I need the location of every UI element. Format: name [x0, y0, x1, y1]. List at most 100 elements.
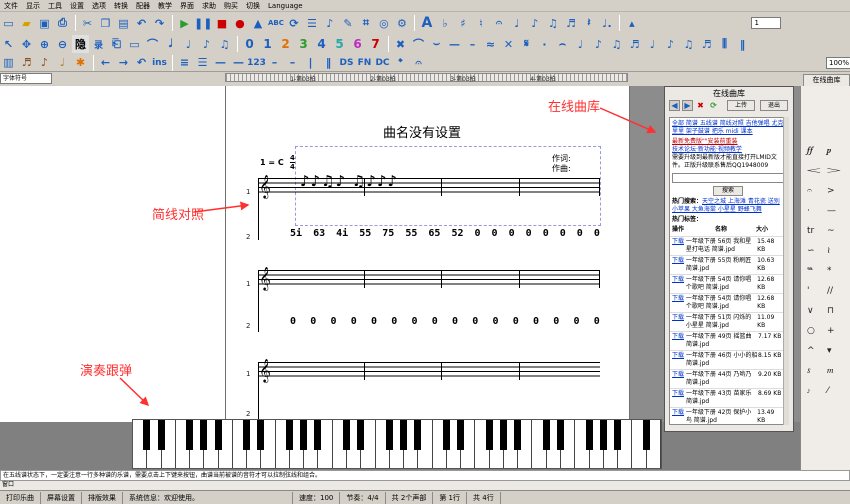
- online-scrollbar[interactable]: [783, 117, 789, 425]
- menu-switch[interactable]: 切换: [242, 0, 264, 12]
- dc-button[interactable]: DC: [374, 54, 391, 71]
- black-key[interactable]: [385, 420, 393, 450]
- download-link[interactable]: 下载: [672, 409, 686, 424]
- arrow-right-icon[interactable]: →: [115, 54, 132, 71]
- note-quarter-icon[interactable]: ♩: [180, 35, 197, 53]
- num-5-button[interactable]: 5: [331, 35, 348, 53]
- dot-icon[interactable]: ·: [536, 35, 553, 53]
- black-key[interactable]: [300, 420, 308, 450]
- black-key[interactable]: [642, 420, 650, 450]
- black-key[interactable]: [400, 420, 408, 450]
- black-key[interactable]: [285, 420, 293, 450]
- insert-icon[interactable]: ⎗: [108, 35, 125, 53]
- menu-interface[interactable]: 界面: [176, 0, 198, 12]
- download-link[interactable]: 下载: [672, 333, 686, 349]
- paste-icon[interactable]: ▤: [115, 14, 132, 32]
- line-icon[interactable]: —: [446, 35, 463, 53]
- notes-row-1[interactable]: ♪♪♫♪ ♫♪♪♪: [300, 172, 398, 190]
- star-icon[interactable]: ✱: [72, 54, 89, 71]
- mixer-icon[interactable]: ☰: [303, 14, 320, 32]
- black-key[interactable]: [143, 420, 151, 450]
- black-key[interactable]: [585, 420, 593, 450]
- fullwidth-icon[interactable]: 隐: [72, 35, 89, 53]
- text-a-icon[interactable]: A: [418, 14, 435, 32]
- trill-icon[interactable]: ≈: [482, 35, 499, 53]
- black-key[interactable]: [442, 420, 450, 450]
- marcato-icon[interactable]: ^: [807, 346, 815, 356]
- score-title[interactable]: 曲名没有设置: [383, 122, 461, 141]
- bullet-link-2[interactable]: 技术论坛·新功能·视频教学: [670, 146, 786, 154]
- piano-icon[interactable]: ▥: [0, 54, 17, 71]
- black-key[interactable]: [214, 420, 222, 450]
- glissando-icon[interactable]: ⁄: [827, 386, 829, 396]
- black-key[interactable]: [200, 420, 208, 450]
- white-key[interactable]: [532, 420, 550, 468]
- search-input[interactable]: [672, 173, 784, 183]
- menu-language[interactable]: Language: [264, 0, 307, 12]
- natural-icon[interactable]: ♮: [472, 14, 489, 32]
- black-key[interactable]: [485, 420, 493, 450]
- spellcheck-icon[interactable]: ABC: [267, 14, 284, 32]
- pause-icon[interactable]: ❚❚: [194, 14, 212, 32]
- note-d-icon[interactable]: ♬: [626, 35, 643, 53]
- num-6-button[interactable]: 6: [349, 35, 366, 53]
- black-key[interactable]: [556, 420, 564, 450]
- arrow-left-icon[interactable]: ←: [97, 54, 114, 71]
- black-key[interactable]: [457, 420, 465, 450]
- note-c-icon[interactable]: ♫: [608, 35, 625, 53]
- black-key[interactable]: [357, 420, 365, 450]
- zoom-select[interactable]: 100%: [826, 56, 850, 69]
- black-key[interactable]: [414, 420, 422, 450]
- numbered-button[interactable]: 123: [247, 54, 266, 71]
- ornament-icon[interactable]: 𝄐: [490, 14, 507, 32]
- cut-icon[interactable]: ✂: [79, 14, 96, 32]
- fn-button[interactable]: FN: [356, 54, 373, 71]
- layout-effect-button[interactable]: 排版效果: [82, 491, 123, 504]
- coda-icon[interactable]: 𝄌: [392, 54, 409, 71]
- dash3-icon[interactable]: –: [266, 54, 283, 71]
- edit-icon[interactable]: ✎: [339, 14, 356, 32]
- note-h-icon[interactable]: ♬: [698, 35, 715, 53]
- copy-icon[interactable]: ❐: [97, 14, 114, 32]
- black-key[interactable]: [314, 420, 322, 450]
- download-link[interactable]: 下载: [672, 257, 686, 273]
- dynamic-ff-icon[interactable]: 𝆑𝆑: [807, 146, 813, 156]
- white-key[interactable]: [332, 420, 350, 468]
- record-icon[interactable]: ●: [231, 14, 248, 32]
- repeat-icon[interactable]: ⫼: [716, 35, 733, 53]
- num-2-button[interactable]: 2: [277, 35, 294, 53]
- dotted-note-icon[interactable]: ♩.: [598, 14, 615, 32]
- down-bow-icon[interactable]: ⊓: [827, 306, 834, 316]
- tie-icon[interactable]: ⌒: [144, 35, 161, 53]
- eighth-note-icon[interactable]: ♪: [526, 14, 543, 32]
- black-key[interactable]: [599, 420, 607, 450]
- white-key[interactable]: [133, 420, 151, 468]
- download-link[interactable]: 下载: [672, 314, 686, 330]
- toolbar-field[interactable]: 1: [751, 17, 782, 29]
- pedal-up-icon[interactable]: *: [827, 266, 832, 276]
- select-arrow-icon[interactable]: ↖: [0, 35, 17, 53]
- speaker-icon[interactable]: ♪: [321, 14, 338, 32]
- pedal-icon[interactable]: 𝆮: [807, 266, 813, 276]
- zoom-out-icon[interactable]: ⊖: [54, 35, 71, 53]
- menu-settings[interactable]: 设置: [66, 0, 88, 12]
- trill-pal-icon[interactable]: tr: [807, 226, 814, 236]
- white-key[interactable]: [575, 420, 593, 468]
- print-button[interactable]: 打印乐曲: [0, 491, 41, 504]
- long-dash-icon[interactable]: —: [212, 54, 229, 71]
- screen-settings-button[interactable]: 屏幕设置: [41, 491, 82, 504]
- dash-icon[interactable]: –: [464, 35, 481, 53]
- decrescendo-icon[interactable]: 𝆓: [827, 166, 841, 176]
- forward-icon[interactable]: ▶: [682, 100, 693, 111]
- note-b-icon[interactable]: ♪: [590, 35, 607, 53]
- download-link[interactable]: 下载: [672, 276, 686, 292]
- numbered-row-2[interactable]: 0000000000000000: [290, 316, 600, 327]
- accent-icon[interactable]: >: [827, 186, 835, 196]
- stop-icon[interactable]: ✖: [695, 100, 706, 111]
- download-link[interactable]: 下载: [672, 390, 686, 406]
- crop-icon[interactable]: ⌗: [357, 14, 374, 32]
- grace-icon[interactable]: 𝆔: [807, 386, 810, 396]
- stop-icon[interactable]: ■: [213, 14, 230, 32]
- download-link[interactable]: 下载: [672, 352, 686, 368]
- plus-icon[interactable]: +: [827, 326, 835, 336]
